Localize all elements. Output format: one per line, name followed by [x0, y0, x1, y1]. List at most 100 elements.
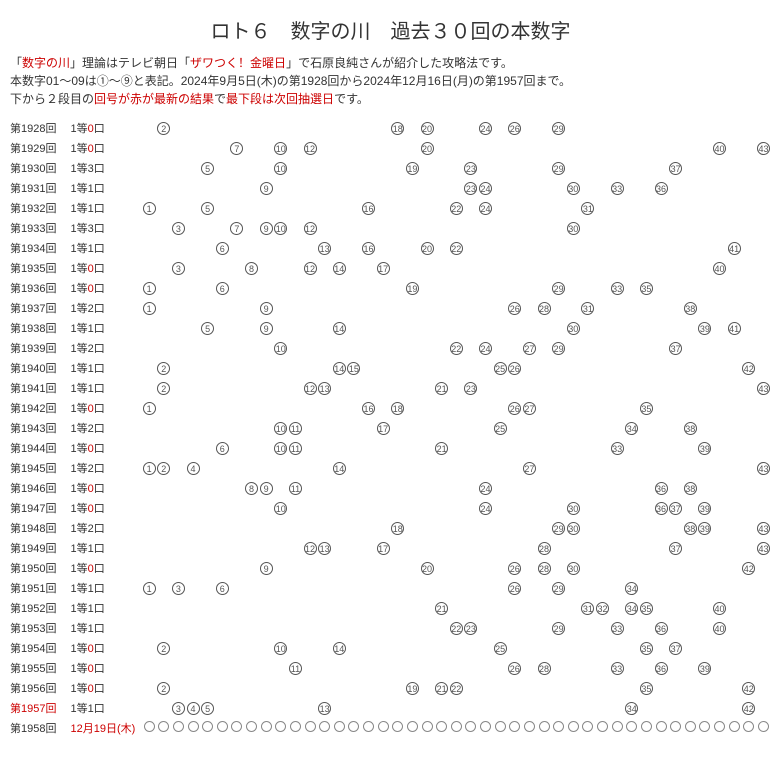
num-cell — [537, 338, 552, 358]
num-cell — [244, 438, 259, 458]
num-cell: 35 — [639, 398, 654, 418]
number-circle-icon: 16 — [362, 402, 375, 415]
table-row: 第1935回1等0口3812141740 — [10, 258, 771, 278]
num-cell — [259, 638, 274, 658]
num-cell — [405, 338, 420, 358]
num-cell — [610, 538, 625, 558]
num-cell — [508, 478, 523, 498]
num-cell — [522, 298, 537, 318]
t: 数字の川 — [22, 56, 70, 70]
num-cell — [288, 238, 303, 258]
num-cell — [171, 518, 186, 538]
num-cell — [405, 198, 420, 218]
number-circle-icon: 41 — [728, 242, 741, 255]
num-cell — [537, 318, 552, 338]
num-cell — [244, 458, 259, 478]
num-cell — [625, 678, 640, 698]
num-cell — [376, 698, 391, 718]
num-cell — [317, 518, 332, 538]
number-circle-icon: 12 — [304, 222, 317, 235]
num-cell: 42 — [742, 698, 757, 718]
number-circle-icon: 33 — [611, 622, 624, 635]
number-circle-icon: 9 — [260, 222, 273, 235]
empty-slot — [683, 718, 698, 738]
num-cell — [288, 458, 303, 478]
num-cell — [142, 418, 157, 438]
num-cell — [259, 258, 274, 278]
num-cell — [200, 438, 215, 458]
number-circle-icon: 43 — [757, 462, 770, 475]
num-cell — [347, 418, 362, 438]
number-circle-icon: 22 — [450, 682, 463, 695]
num-cell — [347, 618, 362, 638]
num-cell — [581, 498, 596, 518]
num-cell — [654, 258, 669, 278]
num-cell — [186, 518, 201, 538]
empty-circle-icon — [363, 721, 374, 732]
num-cell — [595, 258, 610, 278]
num-cell — [259, 278, 274, 298]
num-cell — [376, 678, 391, 698]
num-cell — [639, 318, 654, 338]
num-cell — [288, 178, 303, 198]
empty-circle-icon — [480, 721, 491, 732]
num-cell — [142, 218, 157, 238]
prize-count: 1等3口 — [71, 158, 142, 178]
num-cell: 27 — [522, 338, 537, 358]
num-cell — [142, 378, 157, 398]
num-cell — [668, 618, 683, 638]
num-cell: 6 — [215, 278, 230, 298]
num-cell — [391, 498, 406, 518]
num-cell — [493, 618, 508, 638]
num-cell — [727, 118, 742, 138]
num-cell — [230, 478, 245, 498]
num-cell — [683, 358, 698, 378]
num-cell — [405, 438, 420, 458]
num-cell — [581, 358, 596, 378]
num-cell — [434, 338, 449, 358]
num-cell — [405, 478, 420, 498]
num-cell — [288, 618, 303, 638]
empty-circle-icon — [144, 721, 155, 732]
num-cell: 29 — [551, 118, 566, 138]
num-cell — [537, 198, 552, 218]
num-cell — [668, 698, 683, 718]
num-cell — [200, 558, 215, 578]
num-cell — [537, 678, 552, 698]
num-cell — [698, 378, 713, 398]
num-cell — [332, 478, 347, 498]
num-cell — [215, 398, 230, 418]
round-label: 第1940回 — [10, 358, 71, 378]
num-cell: 31 — [581, 298, 596, 318]
num-cell: 23 — [464, 178, 479, 198]
num-cell — [186, 118, 201, 138]
num-cell — [361, 218, 376, 238]
num-cell — [449, 498, 464, 518]
num-cell — [215, 538, 230, 558]
empty-slot — [434, 718, 449, 738]
num-cell — [186, 418, 201, 438]
num-cell — [303, 678, 318, 698]
table-row: 第1956回1等0口21921223542 — [10, 678, 771, 698]
number-circle-icon: 36 — [655, 482, 668, 495]
num-cell — [391, 458, 406, 478]
num-cell — [215, 478, 230, 498]
num-cell: 19 — [405, 158, 420, 178]
number-circle-icon: 37 — [669, 162, 682, 175]
num-cell — [551, 638, 566, 658]
num-cell — [215, 658, 230, 678]
num-cell — [303, 298, 318, 318]
num-cell: 9 — [259, 178, 274, 198]
num-cell — [200, 398, 215, 418]
num-cell — [551, 138, 566, 158]
num-cell — [259, 358, 274, 378]
num-cell — [683, 618, 698, 638]
num-cell — [508, 418, 523, 438]
number-circle-icon: 3 — [172, 222, 185, 235]
num-cell — [434, 138, 449, 158]
num-cell — [683, 258, 698, 278]
num-cell: 2 — [157, 458, 172, 478]
num-cell — [200, 338, 215, 358]
num-cell — [215, 678, 230, 698]
num-cell — [361, 118, 376, 138]
